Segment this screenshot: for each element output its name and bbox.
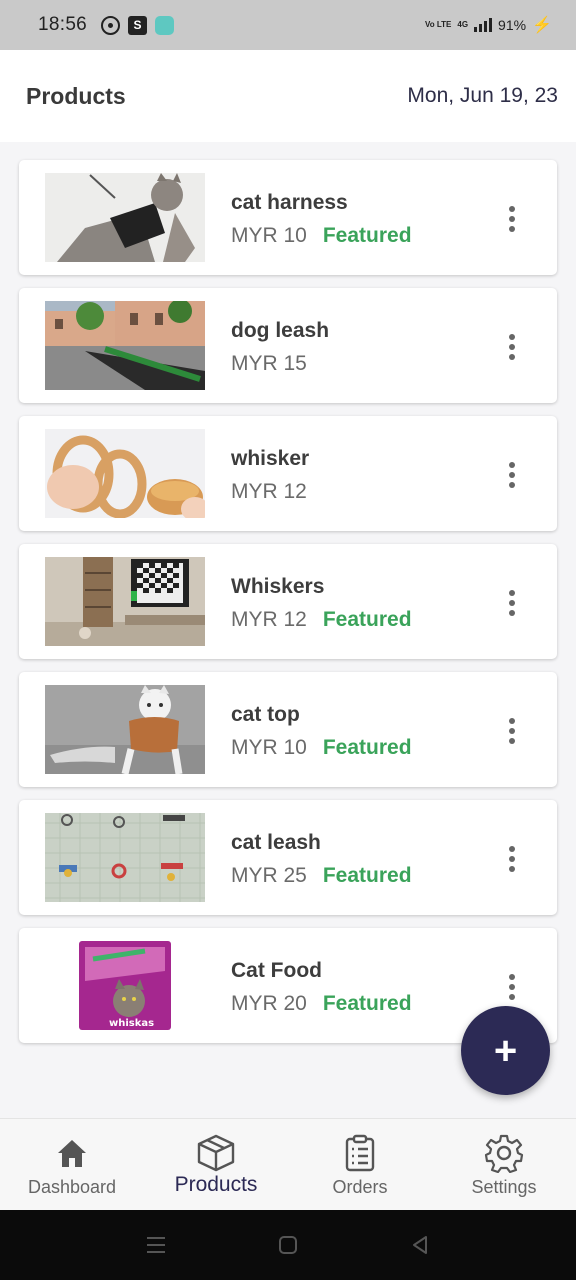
product-meta: MYR 10 Featured: [231, 224, 412, 248]
product-price: MYR 12: [231, 480, 307, 503]
shopping-bag-icon: S: [128, 15, 148, 35]
product-price: MYR 10: [231, 736, 307, 759]
clipboard-icon: [345, 1134, 375, 1172]
nav-label: Products: [174, 1173, 258, 1196]
network-type: 4G: [457, 20, 469, 29]
nav-label: Orders: [332, 1177, 388, 1197]
product-name: cat top: [231, 703, 300, 726]
product-price: MYR 15: [231, 352, 307, 375]
featured-badge: Featured: [322, 736, 412, 759]
more-options-icon[interactable]: [499, 458, 525, 492]
volte-indicator: Vo LTE: [425, 20, 452, 29]
product-card[interactable]: Whiskers MYR 12 Featured: [19, 544, 557, 659]
charging-icon: ⚡: [532, 17, 552, 34]
status-time: 18:56: [38, 14, 88, 35]
product-name: dog leash: [231, 319, 330, 342]
product-meta: MYR 20 Featured: [231, 992, 412, 1016]
product-meta: MYR 25 Featured: [231, 864, 412, 888]
system-indicators: Vo LTE 4G 91% ⚡: [425, 15, 552, 35]
gear-icon: [484, 1134, 524, 1173]
product-image: [45, 429, 205, 518]
notification-icons: S: [101, 15, 175, 35]
more-options-icon[interactable]: [499, 330, 525, 364]
nav-item-dashboard[interactable]: Dashboard: [0, 1119, 144, 1210]
chat-app-icon: [155, 15, 175, 35]
back-icon[interactable]: [409, 1234, 431, 1256]
product-list: cat harness MYR 10 Featured dog leash MY…: [19, 160, 557, 1056]
box-icon: [197, 1134, 235, 1172]
product-name: cat leash: [231, 831, 321, 854]
product-price: MYR 20: [231, 992, 307, 1015]
featured-badge: Featured: [322, 864, 412, 887]
nav-item-products[interactable]: Products: [144, 1119, 288, 1210]
system-nav-bar: [0, 1210, 576, 1280]
nav-label: Settings: [471, 1177, 537, 1197]
product-meta: MYR 15: [231, 352, 323, 376]
product-name: cat harness: [231, 191, 348, 214]
product-meta: MYR 12 Featured: [231, 608, 412, 632]
product-card[interactable]: whisker MYR 12: [19, 416, 557, 531]
product-card[interactable]: cat leash MYR 25 Featured: [19, 800, 557, 915]
product-image: [45, 301, 205, 390]
product-price: MYR 25: [231, 864, 307, 887]
product-card[interactable]: cat harness MYR 10 Featured: [19, 160, 557, 275]
product-image: [45, 685, 205, 774]
product-card[interactable]: dog leash MYR 15: [19, 288, 557, 403]
product-name: whisker: [231, 447, 310, 470]
product-meta: MYR 12: [231, 480, 323, 504]
product-image: [45, 173, 205, 262]
app-header: Products Mon, Jun 19, 23: [0, 50, 576, 142]
battery-level: 91%: [498, 17, 527, 33]
featured-badge: Featured: [322, 992, 412, 1015]
signal-icon: [474, 18, 493, 32]
recents-icon[interactable]: [145, 1234, 167, 1256]
more-options-icon[interactable]: [499, 970, 525, 1004]
home-button-icon[interactable]: [277, 1234, 299, 1256]
product-card[interactable]: cat top MYR 10 Featured: [19, 672, 557, 787]
product-price: MYR 10: [231, 224, 307, 247]
nav-item-orders[interactable]: Orders: [288, 1119, 432, 1210]
product-name: Whiskers: [231, 575, 325, 598]
more-options-icon[interactable]: [499, 842, 525, 876]
product-price: MYR 12: [231, 608, 307, 631]
product-image: [45, 557, 205, 646]
whiskas-logo: whiskas: [109, 1018, 154, 1029]
more-options-icon[interactable]: [499, 714, 525, 748]
status-bar: 18:56 S Vo LTE 4G 91% ⚡: [0, 0, 576, 50]
page-title: Products: [26, 82, 126, 109]
featured-badge: Featured: [322, 224, 412, 247]
product-meta: MYR 10 Featured: [231, 736, 412, 760]
more-options-icon[interactable]: [499, 202, 525, 236]
header-date: Mon, Jun 19, 23: [407, 84, 558, 107]
add-product-button[interactable]: +: [461, 1006, 550, 1095]
bottom-nav: Dashboard Products Orders Settings: [0, 1118, 576, 1210]
product-image: [45, 813, 205, 902]
product-name: Cat Food: [231, 959, 322, 982]
whatsapp-icon: [101, 15, 121, 35]
nav-label: Dashboard: [27, 1177, 117, 1197]
home-icon: [58, 1140, 86, 1167]
product-image: whiskas: [45, 941, 205, 1030]
plus-icon: +: [493, 1028, 518, 1073]
featured-badge: Featured: [322, 608, 412, 631]
nav-item-settings[interactable]: Settings: [432, 1119, 576, 1210]
more-options-icon[interactable]: [499, 586, 525, 620]
